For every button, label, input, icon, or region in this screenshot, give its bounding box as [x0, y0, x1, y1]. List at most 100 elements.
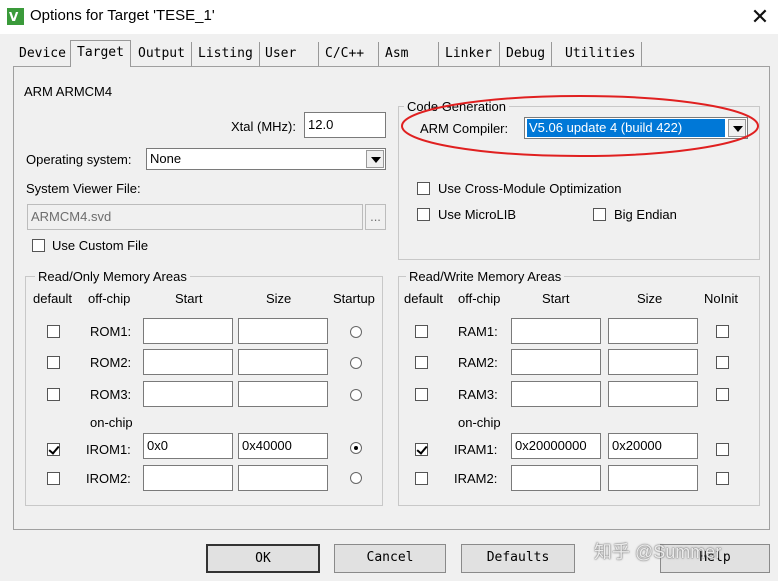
- rw-onchip-label: on-chip: [458, 415, 501, 430]
- ram3-size-input[interactable]: [608, 381, 698, 407]
- irom1-size-input[interactable]: 0x40000: [238, 433, 328, 459]
- iram1-noinit-checkbox[interactable]: [716, 443, 729, 456]
- rom1-default-checkbox[interactable]: [47, 325, 60, 338]
- rom3-label: ROM3:: [90, 387, 132, 402]
- ram2-noinit-checkbox[interactable]: [716, 356, 729, 369]
- rom2-size-input[interactable]: [238, 349, 328, 375]
- iram2-size-input[interactable]: [608, 465, 698, 491]
- tab-asm[interactable]: Asm: [379, 42, 439, 66]
- microlib-checkbox[interactable]: [417, 208, 430, 221]
- os-label: Operating system:: [26, 152, 132, 167]
- cross-module-label: Use Cross-Module Optimization: [438, 181, 622, 196]
- rw-header-start: Start: [542, 291, 570, 306]
- rom3-startup-radio[interactable]: [350, 389, 362, 401]
- irom1-startup-radio[interactable]: [350, 442, 362, 454]
- svd-label: System Viewer File:: [26, 181, 141, 196]
- ram1-noinit-checkbox[interactable]: [716, 325, 729, 338]
- iram2-noinit-checkbox[interactable]: [716, 472, 729, 485]
- rom1-size-input[interactable]: [238, 318, 328, 344]
- ram3-noinit-checkbox[interactable]: [716, 388, 729, 401]
- rw-header-default: default: [404, 291, 444, 306]
- irom1-start-input[interactable]: 0x0: [143, 433, 233, 459]
- tab-listing[interactable]: Listing: [192, 42, 260, 66]
- use-custom-file-checkbox[interactable]: [32, 239, 45, 252]
- tab-utilities[interactable]: Utilities: [559, 42, 643, 66]
- svd-input[interactable]: ARMCM4.svd: [27, 204, 363, 230]
- chevron-down-icon[interactable]: [366, 150, 384, 168]
- svg-text:V: V: [9, 10, 19, 24]
- zhihu-watermark: 知乎 @Summer: [594, 542, 722, 562]
- ram2-size-input[interactable]: [608, 349, 698, 375]
- irom2-default-checkbox[interactable]: [47, 472, 60, 485]
- iram2-label: IRAM2:: [454, 471, 498, 486]
- irom2-size-input[interactable]: [238, 465, 328, 491]
- close-icon[interactable]: ✕: [744, 2, 776, 32]
- xtal-input[interactable]: 12.0: [304, 112, 386, 138]
- ram2-label: RAM2:: [458, 355, 498, 370]
- os-select-value: None: [150, 151, 182, 166]
- rom2-start-input[interactable]: [143, 349, 233, 375]
- rom3-size-input[interactable]: [238, 381, 328, 407]
- tab-device[interactable]: Device: [13, 42, 73, 66]
- tab-linker[interactable]: Linker: [439, 42, 500, 66]
- irom2-start-input[interactable]: [143, 465, 233, 491]
- rom3-start-input[interactable]: [143, 381, 233, 407]
- xtal-label: Xtal (MHz):: [231, 119, 296, 134]
- irom1-label: IROM1:: [86, 442, 131, 457]
- ram3-default-checkbox[interactable]: [415, 388, 428, 401]
- iram1-default-checkbox[interactable]: [415, 443, 428, 456]
- os-select[interactable]: None: [146, 148, 386, 170]
- iram2-default-checkbox[interactable]: [415, 472, 428, 485]
- cancel-button[interactable]: Cancel: [334, 544, 446, 573]
- ro-header-startup: Startup: [333, 291, 375, 306]
- red-highlight-circle: [401, 95, 759, 157]
- tab-output[interactable]: Output: [132, 42, 192, 66]
- defaults-button[interactable]: Defaults: [461, 544, 575, 573]
- rw-header-noinit: NoInit: [704, 291, 738, 306]
- rom1-label: ROM1:: [90, 324, 132, 339]
- cross-module-checkbox[interactable]: [417, 182, 430, 195]
- ro-onchip-label: on-chip: [90, 415, 133, 430]
- ram2-default-checkbox[interactable]: [415, 356, 428, 369]
- rom1-start-input[interactable]: [143, 318, 233, 344]
- ram1-label: RAM1:: [458, 324, 498, 339]
- ro-header-default: default: [33, 291, 73, 306]
- svd-browse-button[interactable]: ...: [365, 204, 386, 230]
- iram1-size-input[interactable]: 0x20000: [608, 433, 698, 459]
- ram1-default-checkbox[interactable]: [415, 325, 428, 338]
- tab-debug[interactable]: Debug: [500, 42, 553, 66]
- ro-header-start: Start: [175, 291, 203, 306]
- tab-user[interactable]: User: [259, 42, 319, 66]
- rom2-startup-radio[interactable]: [350, 357, 362, 369]
- rom2-label: ROM2:: [90, 355, 132, 370]
- ram1-start-input[interactable]: [511, 318, 601, 344]
- rom2-default-checkbox[interactable]: [47, 356, 60, 369]
- irom2-startup-radio[interactable]: [350, 472, 362, 484]
- tab-target[interactable]: Target: [70, 40, 131, 67]
- big-endian-label: Big Endian: [614, 207, 677, 222]
- tab-cpp[interactable]: C/C++: [319, 42, 379, 66]
- rom3-default-checkbox[interactable]: [47, 388, 60, 401]
- big-endian-checkbox[interactable]: [593, 208, 606, 221]
- ram2-start-input[interactable]: [511, 349, 601, 375]
- ok-button[interactable]: OK: [206, 544, 320, 573]
- ram1-size-input[interactable]: [608, 318, 698, 344]
- iram1-start-input[interactable]: 0x20000000: [511, 433, 601, 459]
- irom2-label: IROM2:: [86, 471, 131, 486]
- ro-header-size: Size: [266, 291, 292, 306]
- iram1-label: IRAM1:: [454, 442, 498, 457]
- rw-memory-title: Read/Write Memory Areas: [406, 269, 565, 284]
- irom1-default-checkbox[interactable]: [47, 443, 60, 456]
- ro-header-offchip: off-chip: [88, 291, 131, 306]
- iram2-start-input[interactable]: [511, 465, 601, 491]
- ro-memory-title: Read/Only Memory Areas: [35, 269, 190, 284]
- window-title: Options for Target 'TESE_1': [30, 7, 215, 24]
- rom1-startup-radio[interactable]: [350, 326, 362, 338]
- ram3-start-input[interactable]: [511, 381, 601, 407]
- microlib-label: Use MicroLIB: [438, 207, 517, 222]
- ram3-label: RAM3:: [458, 387, 498, 402]
- rw-header-offchip: off-chip: [458, 291, 501, 306]
- device-name: ARM ARMCM4: [24, 84, 113, 99]
- use-custom-file-label: Use Custom File: [52, 238, 149, 253]
- keil-app-icon: V: [7, 8, 24, 25]
